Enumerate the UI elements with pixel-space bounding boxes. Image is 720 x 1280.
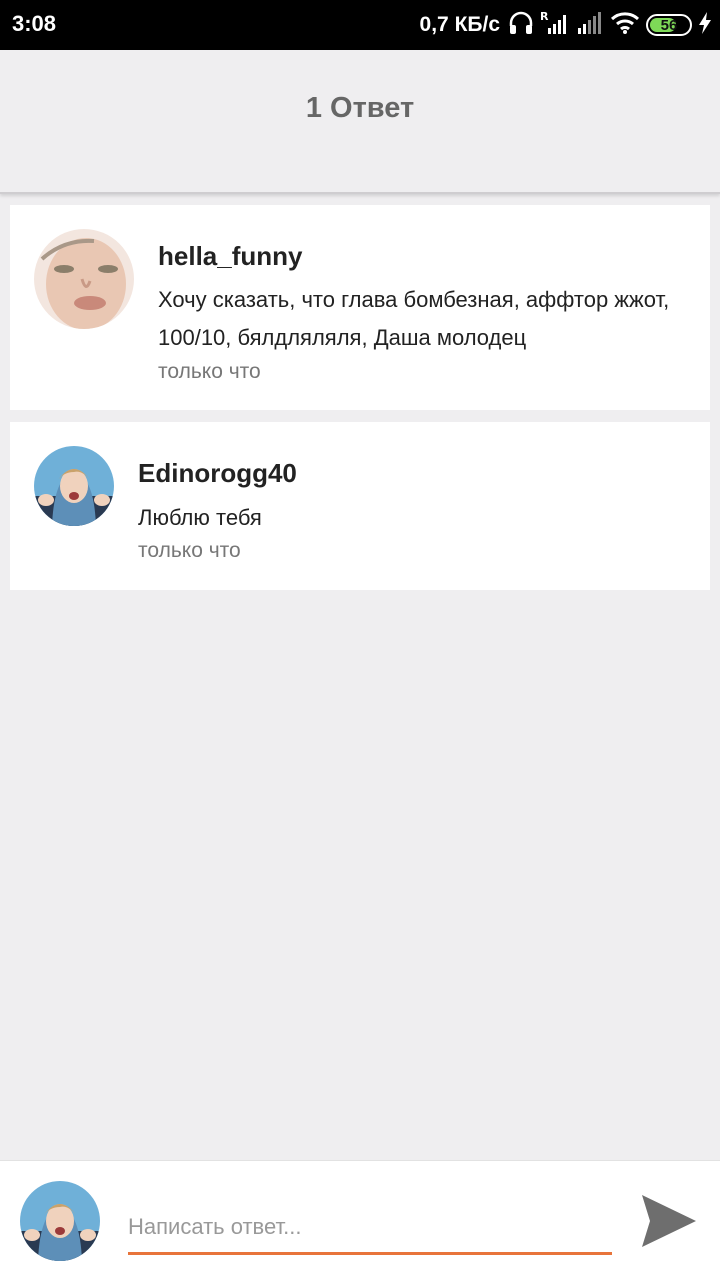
status-time: 3:08 [12,11,57,36]
avatar[interactable] [34,229,134,329]
page-title: 1 Ответ [305,92,415,124]
battery-level: 56 [660,16,678,34]
status-icons: 0,7 КБ/с R 56 [420,9,712,41]
charging-icon [698,11,712,40]
wifi-icon [610,11,640,40]
svg-text:R: R [540,10,549,23]
reply-text: Люблю тебя [138,505,262,530]
battery-icon: 56 [646,14,692,36]
reply-input[interactable] [128,1201,612,1255]
comment-username[interactable]: hella_funny [158,241,302,272]
reply-card[interactable]: Edinorogg40 Люблю тебя только что [10,422,710,590]
reply-time: только что [138,539,241,562]
comment-time: только что [158,360,261,383]
network-speed: 0,7 КБ/с [419,13,500,36]
user-avatar [20,1181,100,1261]
header: 1 Ответ [0,50,720,194]
reply-username[interactable]: Edinorogg40 [138,458,297,489]
send-button[interactable] [640,1193,698,1249]
comment-card[interactable]: hella_funny Хочу сказать, что глава бомб… [10,205,710,410]
headphones-icon [508,11,534,40]
signal-icon [576,10,604,41]
status-bar: 3:08 0,7 КБ/с R 56 [0,0,720,50]
comment-text: Хочу сказать, что глава бомбезная, аффто… [158,287,670,350]
compose-bar [0,1160,720,1280]
signal-roaming-icon: R [540,10,570,41]
avatar[interactable] [34,446,114,526]
send-icon [642,1195,696,1247]
